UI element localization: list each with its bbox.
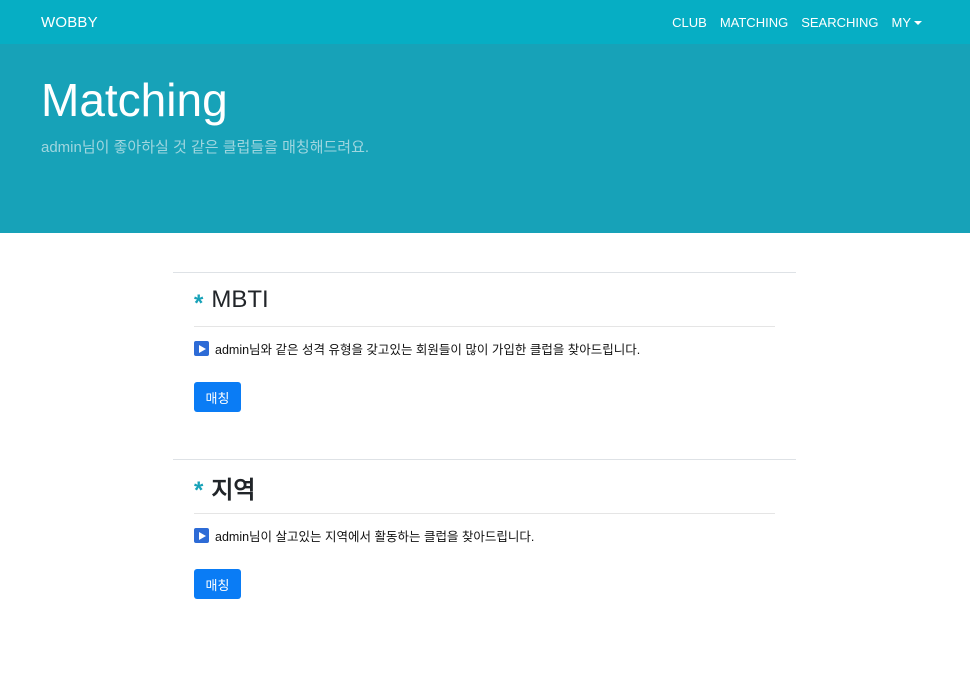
asterisk-icon: * [194, 477, 204, 504]
main-content: * MBTI admin님와 같은 성격 유형을 갖고있는 회원들이 많이 가입… [173, 272, 796, 646]
play-icon [194, 528, 209, 543]
nav-searching[interactable]: SEARCHING [801, 15, 878, 30]
page-title: Matching [41, 74, 228, 126]
section-title-region: 지역 [211, 476, 256, 504]
brand-link[interactable]: WOBBY [41, 14, 98, 31]
nav-club[interactable]: CLUB [672, 15, 707, 30]
nav-links: CLUB MATCHING SEARCHING MY [672, 15, 922, 30]
section-title-mbti: MBTI [211, 286, 269, 313]
page-subtitle: admin님이 좋아하실 것 같은 클럽들을 매칭해드려요. [41, 139, 370, 157]
nav-matching[interactable]: MATCHING [720, 15, 788, 30]
top-navbar: WOBBY CLUB MATCHING SEARCHING MY [0, 0, 970, 44]
play-icon [194, 341, 209, 356]
description-text-region: admin님이 살고있는 지역에서 활동하는 클럽을 찾아드립니다. [215, 530, 535, 544]
section-description: admin님이 살고있는 지역에서 활동하는 클럽을 찾아드립니다. [194, 526, 775, 545]
divider [194, 513, 775, 514]
match-button-region[interactable]: 매칭 [194, 569, 241, 599]
divider [194, 326, 775, 327]
nav-my-dropdown[interactable]: MY [891, 14, 922, 30]
section-header: * MBTI [194, 285, 775, 317]
hero-banner: Matching admin님이 좋아하실 것 같은 클럽들을 매칭해드려요. [0, 44, 970, 233]
section-mbti: * MBTI admin님와 같은 성격 유형을 갖고있는 회원들이 많이 가입… [173, 272, 796, 459]
section-region: * 지역 admin님이 살고있는 지역에서 활동하는 클럽을 찾아드립니다. … [173, 459, 796, 646]
section-description: admin님와 같은 성격 유형을 갖고있는 회원들이 많이 가입한 클럽을 찾… [194, 339, 775, 358]
nav-my-label: MY [891, 14, 912, 30]
match-button-mbti[interactable]: 매칭 [194, 382, 241, 412]
section-header: * 지역 [194, 472, 775, 504]
description-text-mbti: admin님와 같은 성격 유형을 갖고있는 회원들이 많이 가입한 클럽을 찾… [215, 343, 641, 357]
caret-down-icon [914, 20, 922, 25]
asterisk-icon: * [194, 290, 204, 317]
